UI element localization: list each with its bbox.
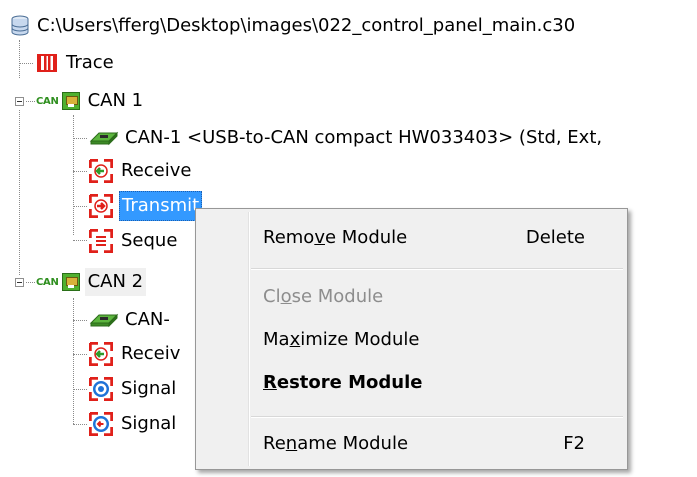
tree-line — [73, 298, 74, 424]
tree-line — [73, 389, 87, 390]
receive-module-icon — [88, 341, 114, 367]
can2-signal-1-label: Signal — [121, 378, 177, 399]
menu-item-label: Rename Module — [263, 433, 409, 454]
tree-item-can1-receive[interactable]: Receive — [88, 157, 192, 185]
tree-item-trace[interactable]: Trace — [36, 49, 114, 77]
menu-item-rename-module[interactable]: Rename Module F2 — [198, 423, 625, 465]
tree-line — [19, 110, 20, 275]
can1-label: CAN 1 — [87, 90, 144, 111]
usb-can-device-icon — [89, 129, 119, 147]
menu-item-label: Maximize Module — [263, 329, 420, 350]
tree-line — [73, 171, 87, 172]
menu-item-label: Restore Module — [263, 372, 423, 393]
can1-device-label: CAN-1 <USB-to-CAN compact HW033403> (Std… — [125, 127, 603, 148]
tree-item-can2-signal-1[interactable]: Signal — [88, 375, 177, 403]
tree-line — [19, 40, 20, 78]
can2-signal-2-label: Signal — [121, 413, 177, 434]
menu-item-shortcut: Delete — [525, 227, 585, 248]
tree-item-can1-sequence[interactable]: Seque — [88, 227, 178, 255]
menu-item-close-module[interactable]: Close Module — [198, 276, 625, 318]
tree-line — [73, 138, 87, 139]
can2-label: CAN 2 — [84, 268, 147, 296]
tree-root[interactable]: C:\Users\fferg\Desktop\images\022_contro… — [10, 12, 575, 40]
tree-line — [73, 354, 87, 355]
can-tag: CAN — [36, 95, 59, 107]
signal-module-icon — [88, 376, 114, 402]
tree-item-can2[interactable]: CAN CAN 2 — [36, 268, 147, 296]
sequence-module-icon — [88, 228, 114, 254]
collapse-toggle-can1[interactable] — [15, 97, 24, 106]
menu-item-label: Close Module — [263, 286, 384, 307]
trace-icon — [36, 52, 58, 74]
tree-line — [26, 101, 35, 102]
can2-receive-label: Receiv — [121, 343, 181, 364]
tree-line — [19, 63, 33, 64]
can2-device-label: CAN- — [125, 309, 170, 330]
can-bus-icon — [61, 273, 80, 291]
menu-item-shortcut: F2 — [563, 433, 585, 454]
can1-sequence-label: Seque — [121, 230, 178, 251]
tree-item-can2-signal-2[interactable]: Signal — [88, 410, 177, 438]
tree-line — [73, 240, 87, 241]
context-menu: Remove Module Delete Close Module Maximi… — [195, 208, 628, 470]
tree-item-can2-device[interactable]: CAN- — [89, 306, 170, 334]
root-path-label: C:\Users\fferg\Desktop\images\022_contro… — [37, 15, 576, 36]
database-icon — [10, 15, 30, 37]
tree-item-can1[interactable]: CAN CAN 1 — [36, 87, 143, 115]
menu-separator — [251, 416, 623, 418]
tree-item-can1-transmit[interactable]: Transmit — [88, 191, 203, 221]
tree-item-can2-receive[interactable]: Receiv — [88, 340, 181, 368]
usb-can-device-icon — [89, 311, 119, 329]
tree-line — [73, 206, 87, 207]
menu-item-maximize-module[interactable]: Maximize Module — [198, 319, 625, 361]
can1-transmit-label: Transmit — [119, 191, 203, 221]
receive-module-icon — [88, 158, 114, 184]
transmit-module-icon — [88, 193, 114, 219]
tree-line — [73, 424, 87, 425]
can-bus-icon — [61, 92, 80, 110]
can-tag: CAN — [36, 276, 59, 288]
menu-item-remove-module[interactable]: Remove Module Delete — [198, 217, 625, 259]
collapse-toggle-can2[interactable] — [15, 278, 24, 287]
menu-item-restore-module[interactable]: Restore Module — [198, 362, 625, 404]
menu-separator — [251, 268, 623, 270]
trace-label: Trace — [66, 52, 114, 73]
can1-receive-label: Receive — [121, 160, 192, 181]
signal-module-icon — [88, 411, 114, 437]
menu-item-label: Remove Module — [263, 227, 408, 248]
tree-line — [73, 320, 87, 321]
tree-line — [73, 115, 74, 235]
tree-line — [26, 282, 35, 283]
tree-item-can1-device[interactable]: CAN-1 <USB-to-CAN compact HW033403> (Std… — [89, 124, 602, 152]
